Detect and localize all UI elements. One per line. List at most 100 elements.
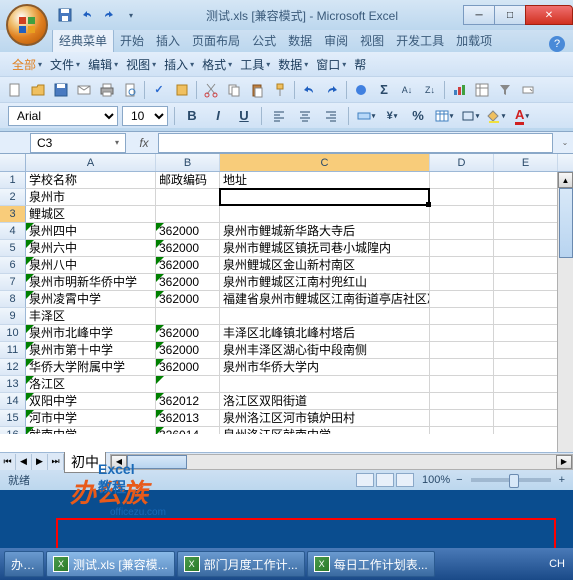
ribbon-tab-formulas[interactable]: 公式 xyxy=(246,29,282,52)
row-header[interactable]: 6 xyxy=(0,257,26,274)
cell[interactable] xyxy=(430,274,494,291)
zoom-in-button[interactable]: + xyxy=(559,474,565,486)
cell[interactable] xyxy=(430,172,494,189)
taskbar-item-0[interactable]: 办公... xyxy=(4,551,44,577)
cell[interactable] xyxy=(156,376,220,393)
cell[interactable] xyxy=(430,206,494,223)
cell[interactable]: 泉州洛江区河市镇炉田村 xyxy=(220,410,430,427)
sheet-next-button[interactable]: ▶ xyxy=(32,454,48,470)
italic-button[interactable]: I xyxy=(207,106,229,126)
font-name-select[interactable]: Arial xyxy=(8,106,118,126)
cell[interactable] xyxy=(494,376,558,393)
cell[interactable]: 泉州六中 xyxy=(26,240,156,257)
cell[interactable]: 泉州市鲤城新华路大寺后 xyxy=(220,223,430,240)
row-header[interactable]: 1 xyxy=(0,172,26,189)
underline-button[interactable]: U xyxy=(233,106,255,126)
cell[interactable] xyxy=(430,427,494,434)
cell[interactable] xyxy=(494,325,558,342)
horizontal-scrollbar[interactable]: ◀ ▶ xyxy=(110,454,573,470)
page-layout-button[interactable] xyxy=(376,473,394,487)
cell[interactable] xyxy=(494,172,558,189)
cell[interactable]: 泉州凌霄中学 xyxy=(26,291,156,308)
cell[interactable]: 泉州市鲤城区江南村兜红山 xyxy=(220,274,430,291)
fx-button[interactable]: fx xyxy=(134,134,154,152)
col-header-e[interactable]: E xyxy=(494,154,558,171)
ribbon-tab-review[interactable]: 审阅 xyxy=(318,29,354,52)
row-header[interactable]: 12 xyxy=(0,359,26,376)
autosum-icon[interactable]: Σ xyxy=(373,79,395,101)
menu-all[interactable]: 全部▾ xyxy=(8,56,46,73)
open-icon[interactable] xyxy=(27,79,49,101)
taskbar-item-1[interactable]: X测试.xls [兼容模... xyxy=(46,551,175,577)
cell[interactable] xyxy=(430,393,494,410)
formula-expand-icon[interactable]: ⌄ xyxy=(557,138,573,147)
pivot-icon[interactable] xyxy=(471,79,493,101)
cell[interactable] xyxy=(494,223,558,240)
align-center-icon[interactable] xyxy=(294,106,316,126)
cell[interactable]: 河市中学 xyxy=(26,410,156,427)
hyperlink-icon[interactable] xyxy=(350,79,372,101)
normal-view-button[interactable] xyxy=(356,473,374,487)
cell[interactable]: 泉州市北峰中学 xyxy=(26,325,156,342)
cell[interactable]: 362000 xyxy=(156,257,220,274)
office-button[interactable] xyxy=(6,4,48,46)
cell[interactable] xyxy=(430,291,494,308)
row-header[interactable]: 8 xyxy=(0,291,26,308)
font-color-icon[interactable]: A xyxy=(511,106,533,126)
cell[interactable]: 学校名称 xyxy=(26,172,156,189)
cell[interactable]: 泉州鲤城区金山新村南区 xyxy=(220,257,430,274)
row-header[interactable]: 7 xyxy=(0,274,26,291)
cell[interactable]: 泉州市华侨大学内 xyxy=(220,359,430,376)
cell[interactable]: 362000 xyxy=(156,274,220,291)
cell[interactable]: 362013 xyxy=(156,410,220,427)
taskbar-item-3[interactable]: X每日工作计划表... xyxy=(307,551,435,577)
cell[interactable]: 泉州市第十中学 xyxy=(26,342,156,359)
undo-icon[interactable] xyxy=(298,79,320,101)
row-header[interactable]: 15 xyxy=(0,410,26,427)
cell[interactable]: 362012 xyxy=(156,393,220,410)
menu-view[interactable]: 视图▾ xyxy=(122,56,160,73)
redo-icon[interactable] xyxy=(100,6,118,24)
menu-tools[interactable]: 工具▾ xyxy=(236,56,274,73)
select-all-corner[interactable] xyxy=(0,154,26,171)
new-icon[interactable] xyxy=(4,79,26,101)
sheet-first-button[interactable]: ⏮ xyxy=(0,454,16,470)
copy-icon[interactable] xyxy=(223,79,245,101)
percent-button[interactable]: % xyxy=(407,106,429,126)
menu-window[interactable]: 窗口▾ xyxy=(312,56,350,73)
cell[interactable] xyxy=(494,359,558,376)
cell[interactable]: 地址 xyxy=(220,172,430,189)
research-icon[interactable] xyxy=(171,79,193,101)
cell[interactable] xyxy=(430,257,494,274)
zoom-level[interactable]: 100% xyxy=(422,474,450,486)
ribbon-tab-home[interactable]: 开始 xyxy=(114,29,150,52)
row-header[interactable]: 5 xyxy=(0,240,26,257)
cell[interactable] xyxy=(494,274,558,291)
cell[interactable]: 泉州八中 xyxy=(26,257,156,274)
minimize-button[interactable]: ─ xyxy=(463,5,495,25)
menu-help[interactable]: 帮 xyxy=(350,56,370,73)
cell[interactable] xyxy=(220,206,430,223)
hscroll-thumb[interactable] xyxy=(127,455,187,469)
filter-icon[interactable] xyxy=(494,79,516,101)
scroll-left-button[interactable]: ◀ xyxy=(111,455,127,469)
zoom-slider[interactable] xyxy=(471,478,551,482)
sheet-last-button[interactable]: ⏭ xyxy=(48,454,64,470)
ribbon-tab-view[interactable]: 视图 xyxy=(354,29,390,52)
zoom-out-button[interactable]: − xyxy=(456,474,462,486)
scroll-right-button[interactable]: ▶ xyxy=(556,455,572,469)
cut-icon[interactable] xyxy=(200,79,222,101)
cell[interactable]: 洛江区双阳街道 xyxy=(220,393,430,410)
align-left-icon[interactable] xyxy=(268,106,290,126)
ribbon-tab-insert[interactable]: 插入 xyxy=(150,29,186,52)
cell[interactable] xyxy=(156,206,220,223)
preview-icon[interactable] xyxy=(119,79,141,101)
cell[interactable] xyxy=(494,342,558,359)
sort-desc-icon[interactable]: Z↓ xyxy=(419,79,441,101)
maximize-button[interactable]: □ xyxy=(494,5,526,25)
fill-color-icon[interactable] xyxy=(485,106,507,126)
redo-icon[interactable] xyxy=(321,79,343,101)
col-header-d[interactable]: D xyxy=(430,154,494,171)
ribbon-tab-addins[interactable]: 加载项 xyxy=(450,29,498,52)
cell[interactable] xyxy=(430,240,494,257)
